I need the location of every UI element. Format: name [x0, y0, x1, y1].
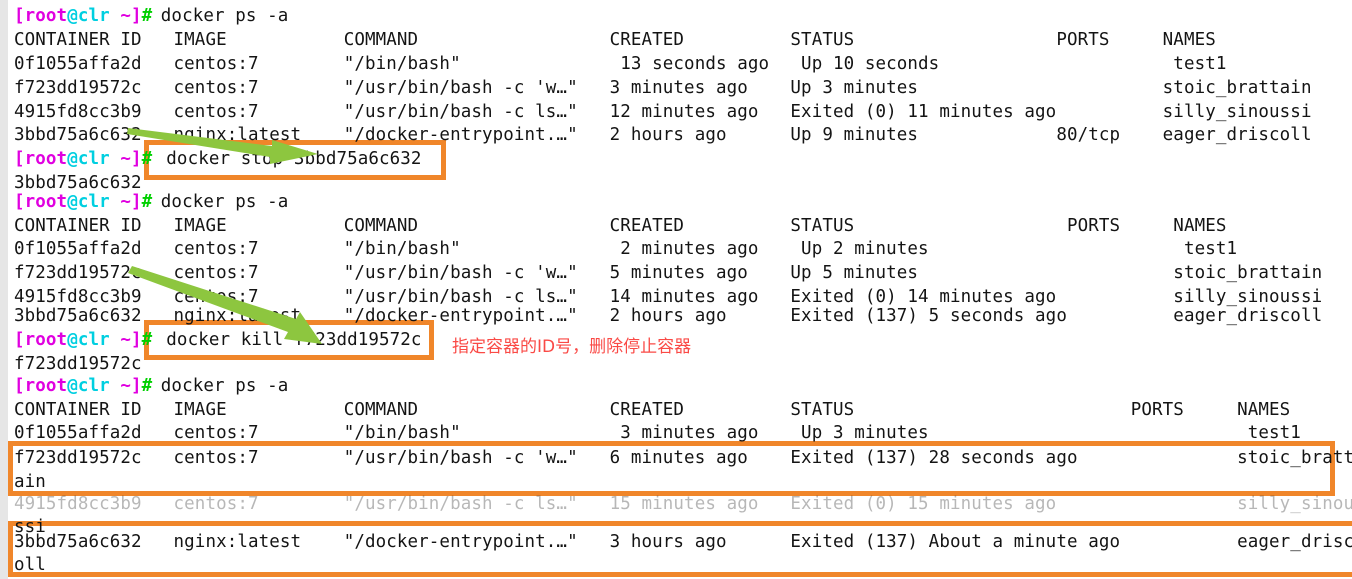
terminal-line-output: 0f1055affa2d centos:7 "/bin/bash" 3 minu… [14, 423, 1301, 443]
terminal-line-header: CONTAINER ID IMAGE COMMAND CREATED STATU… [14, 30, 1216, 50]
annotation-note-chinese: 指定容器的ID号，删除停止容器 [452, 337, 692, 357]
prompt-sigil: # [141, 6, 153, 26]
prompt-path: ~] [109, 376, 142, 396]
terminal-line-output: 4915fd8cc3b9 centos:7 "/usr/bin/bash -c … [14, 494, 1352, 514]
terminal-line-prompt: [root@clr ~]# docker stop 3bbd75a6c632 [14, 147, 422, 172]
terminal-line-output: 0f1055affa2d centos:7 "/bin/bash" 2 minu… [14, 239, 1238, 259]
prompt-hostname: @clr [67, 192, 110, 212]
terminal-command: docker ps -a [160, 192, 289, 212]
terminal-line-output: f723dd19572c centos:7 "/usr/bin/bash -c … [14, 78, 1312, 98]
terminal-line-prompt: [root@clr ~]# docker kill f723dd19572c [14, 328, 422, 353]
prompt-hostname: @clr [67, 330, 110, 350]
prompt-bracket-user: [root [14, 149, 68, 169]
terminal-command: docker ps -a [160, 376, 289, 396]
prompt-sigil: # [141, 330, 153, 350]
prompt-bracket-user: [root [14, 376, 68, 396]
terminal-command: docker stop 3bbd75a6c632 [166, 149, 422, 169]
prompt-bracket-user: [root [14, 6, 68, 26]
terminal-line-output: 0f1055affa2d centos:7 "/bin/bash" 13 sec… [14, 54, 1227, 74]
terminal-line-output-wrap: oll [14, 555, 46, 575]
prompt-path: ~] [109, 6, 142, 26]
prompt-sigil: # [141, 376, 153, 396]
terminal-line-prompt: [root@clr ~]# docker ps -a [14, 190, 288, 215]
terminal-line-prompt: [root@clr ~]# docker ps -a [14, 4, 288, 29]
prompt-path: ~] [109, 330, 142, 350]
prompt-sigil: # [141, 149, 153, 169]
prompt-path: ~] [109, 192, 142, 212]
terminal-line-output: f723dd19572c centos:7 "/usr/bin/bash -c … [14, 448, 1352, 468]
terminal-command: docker ps -a [160, 6, 289, 26]
prompt-bracket-user: [root [14, 192, 68, 212]
prompt-sigil: # [141, 192, 153, 212]
terminal-line-header: CONTAINER ID IMAGE COMMAND CREATED STATU… [14, 400, 1291, 420]
terminal-line-prompt: [root@clr ~]# docker ps -a [14, 374, 288, 399]
prompt-hostname: @clr [67, 149, 110, 169]
terminal-line-header: CONTAINER ID IMAGE COMMAND CREATED STATU… [14, 216, 1227, 236]
terminal-screenshot: [root@clr ~]# docker ps -a CONTAINER ID I… [0, 0, 1352, 579]
prompt-hostname: @clr [67, 376, 110, 396]
terminal-text-layer: [root@clr ~]# docker ps -a CONTAINER ID I… [0, 0, 1352, 579]
terminal-line-output-wrap: ain [14, 472, 46, 492]
terminal-line-output: 4915fd8cc3b9 centos:7 "/usr/bin/bash -c … [14, 102, 1312, 122]
prompt-bracket-user: [root [14, 330, 68, 350]
terminal-line-output: 3bbd75a6c632 nginx:latest "/docker-entry… [14, 532, 1352, 552]
terminal-line-output: 3bbd75a6c632 nginx:latest "/docker-entry… [14, 125, 1312, 145]
terminal-command: docker kill f723dd19572c [166, 330, 422, 350]
terminal-line-output: 3bbd75a6c632 nginx:latest "/docker-entry… [14, 306, 1323, 326]
terminal-line-output: f723dd19572c centos:7 "/usr/bin/bash -c … [14, 263, 1323, 283]
terminal-line-output: f723dd19572c [14, 354, 142, 374]
prompt-path: ~] [109, 149, 142, 169]
prompt-hostname: @clr [67, 6, 110, 26]
